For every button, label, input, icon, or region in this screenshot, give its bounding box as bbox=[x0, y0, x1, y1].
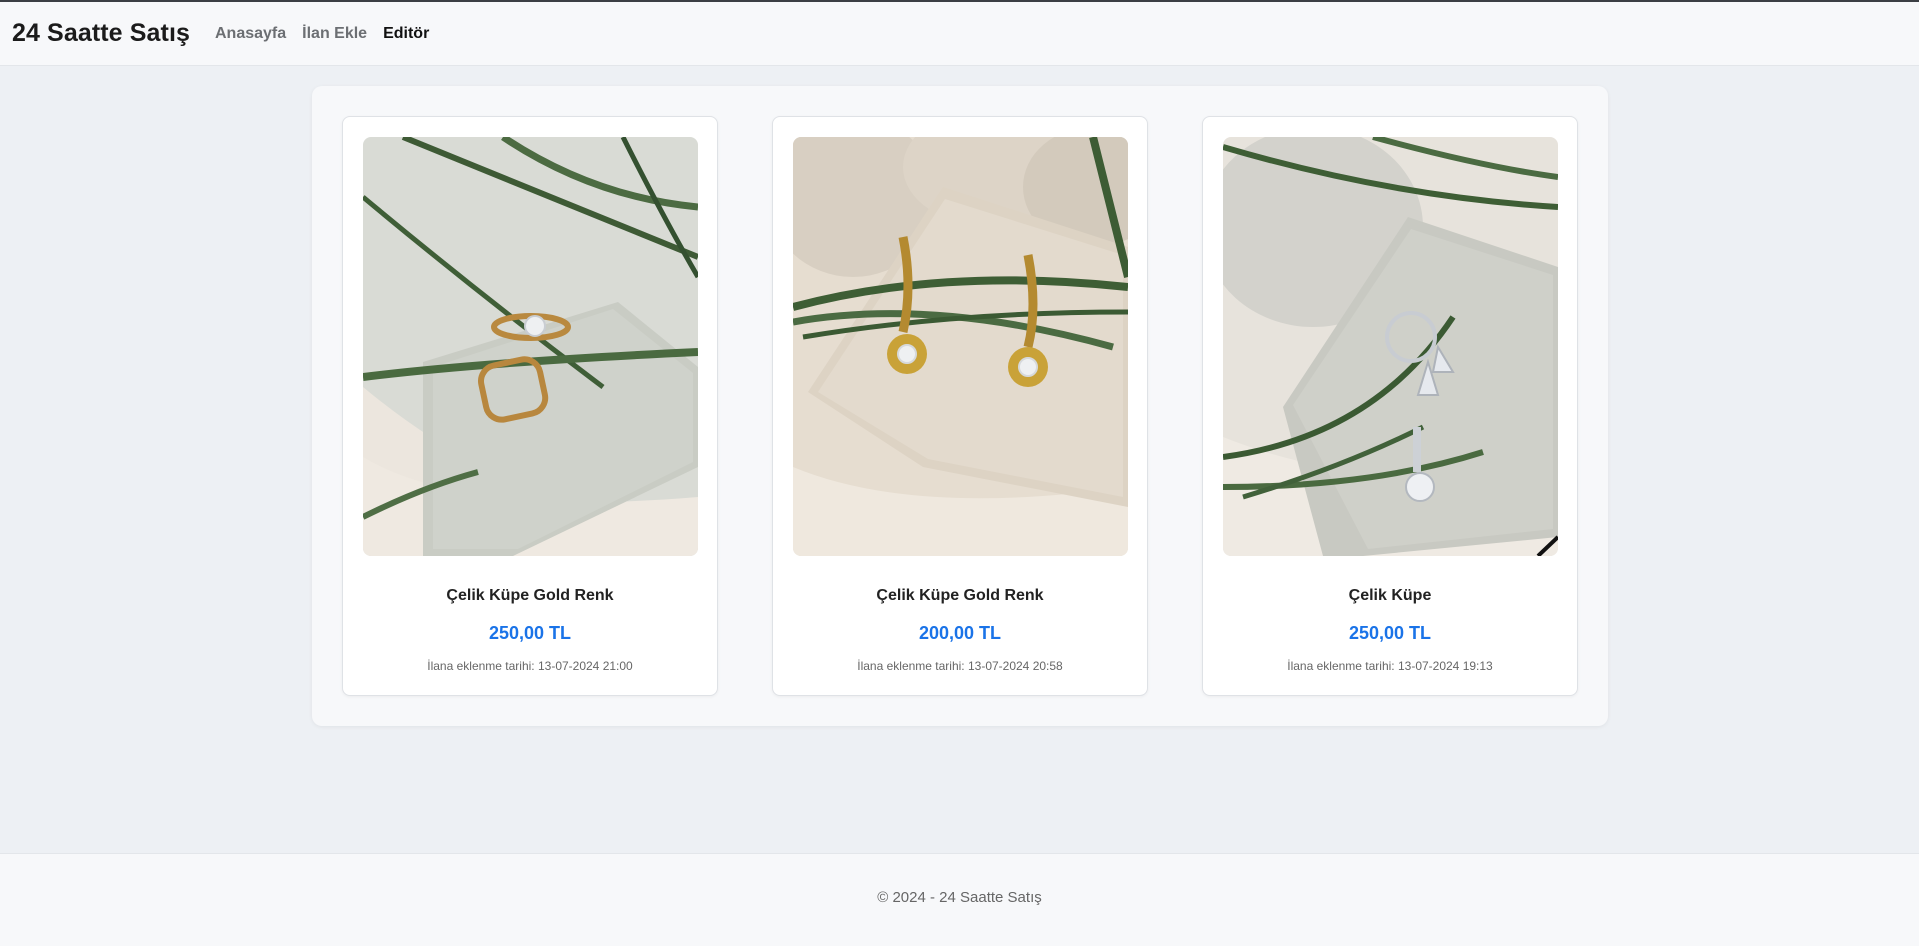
listing-title[interactable]: Çelik Küpe Gold Renk bbox=[343, 587, 717, 605]
listing-title[interactable]: Çelik Küpe bbox=[1203, 587, 1577, 605]
footer-copyright: © 2024 - 24 Saatte Satış bbox=[877, 888, 1042, 906]
listing-date: İlana eklenme tarihi: 13-07-2024 20:58 bbox=[857, 659, 1063, 673]
main-content: Çelik Küpe Gold Renk 250,00 TL İlana ekl… bbox=[0, 66, 1919, 854]
brand-logo[interactable]: 24 Saatte Satış bbox=[12, 19, 190, 48]
navbar: 24 Saatte Satış Anasayfa İlan Ekle Editö… bbox=[0, 2, 1919, 66]
listing-price: 200,00 TL bbox=[918, 623, 1002, 643]
nav-link-editor[interactable]: Editör bbox=[383, 25, 429, 43]
listing-image[interactable] bbox=[1223, 137, 1558, 556]
listing-date: İlana eklenme tarihi: 13-07-2024 21:00 bbox=[427, 659, 633, 673]
listing-image[interactable] bbox=[363, 137, 698, 556]
listing-price: 250,00 TL bbox=[488, 623, 572, 643]
listing-card[interactable]: Çelik Küpe 250,00 TL İlana eklenme tarih… bbox=[1202, 116, 1578, 696]
listings-panel: Çelik Küpe Gold Renk 250,00 TL İlana ekl… bbox=[312, 86, 1608, 726]
nav-link-home[interactable]: Anasayfa bbox=[215, 25, 286, 43]
listing-card[interactable]: Çelik Küpe Gold Renk 250,00 TL İlana ekl… bbox=[342, 116, 718, 696]
listing-date: İlana eklenme tarihi: 13-07-2024 19:13 bbox=[1287, 659, 1493, 673]
listing-image[interactable] bbox=[793, 137, 1128, 556]
footer: © 2024 - 24 Saatte Satış bbox=[0, 853, 1919, 946]
listing-title[interactable]: Çelik Küpe Gold Renk bbox=[773, 587, 1147, 605]
listing-card[interactable]: Çelik Küpe Gold Renk 200,00 TL İlana ekl… bbox=[772, 116, 1148, 696]
listing-price: 250,00 TL bbox=[1348, 623, 1432, 643]
nav-link-add-listing[interactable]: İlan Ekle bbox=[302, 25, 367, 43]
